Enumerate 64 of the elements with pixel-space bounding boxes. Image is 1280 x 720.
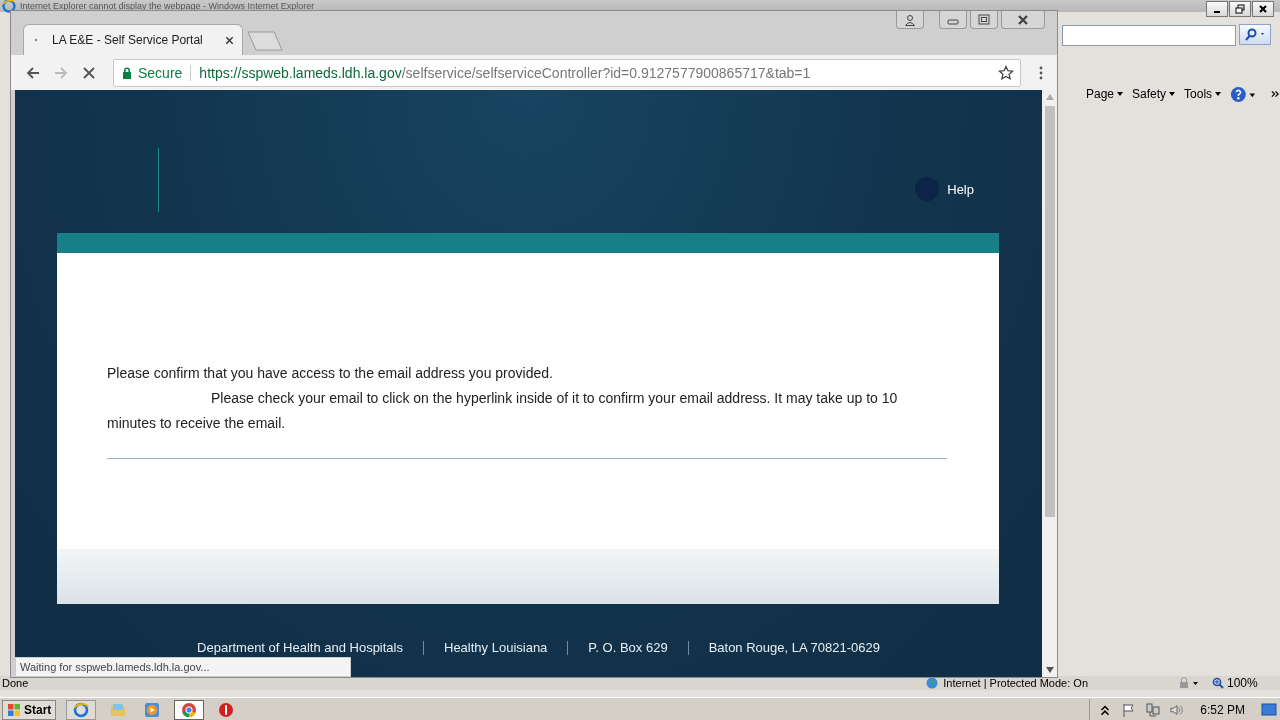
scroll-up-icon	[1045, 94, 1054, 100]
close-tab-icon[interactable]	[225, 35, 234, 45]
clock: 6:52 PM	[1200, 702, 1245, 717]
status-text: Done	[2, 677, 29, 689]
window-title: Internet Explorer cannot display the webpage - Windows Internet Explorer	[20, 1, 315, 11]
back-button[interactable]	[25, 64, 41, 81]
stop-button[interactable]	[81, 64, 97, 81]
status-bubble: Waiting for sspweb.lameds.ldh.la.gov...	[15, 657, 351, 677]
maximize-button[interactable]	[970, 11, 998, 29]
command-menu[interactable]: Tools	[1184, 87, 1222, 101]
browser-logo-icon	[73, 701, 90, 718]
command-menu[interactable]: Safety	[1132, 87, 1176, 101]
caret-icon	[1117, 92, 1124, 96]
secure-label: Secure	[138, 64, 183, 81]
circle-logo-icon	[181, 701, 198, 718]
flag-icon[interactable]	[1122, 702, 1137, 717]
windows-logo-icon	[7, 702, 21, 717]
search-button[interactable]	[1239, 24, 1271, 45]
confirmation-message: Please confirm that you have access to the email address you provided.	[107, 364, 554, 383]
person-icon	[904, 13, 916, 26]
close-button[interactable]	[1252, 1, 1274, 17]
address-bar[interactable]: Secure https://sspweb.lameds.ldh.la.gov/selfservice/selfserviceController?id=0.9127577900865717&tab=1	[113, 58, 1021, 87]
footer-text: Department of Health and Hospitals	[197, 640, 403, 655]
profile-button[interactable]	[896, 11, 924, 29]
lock-icon	[122, 66, 132, 79]
bookmark-star-icon[interactable]	[998, 64, 1014, 81]
security-zone: Internet | Protected Mode: On	[943, 677, 1088, 689]
maximize-icon	[978, 13, 990, 26]
close-icon	[1017, 13, 1029, 26]
instruction-text: Please check your email to click on the hyperlink inside of it to confirm your email address. It may take up to 10 minutes to receive the email.	[107, 389, 899, 433]
caret-icon	[1169, 92, 1176, 96]
scrollbar[interactable]	[1042, 90, 1057, 677]
restore-button[interactable]	[1229, 1, 1251, 17]
taskbar-button[interactable]	[174, 699, 205, 720]
footer-text: Baton Rouge, LA 70821-0629	[708, 640, 880, 655]
chevron-icon[interactable]	[1271, 90, 1280, 98]
divider-line	[158, 148, 159, 212]
browser-logo-icon	[2, 0, 16, 13]
start-button[interactable]: Start	[2, 699, 57, 720]
lock-icon[interactable]	[1178, 677, 1200, 689]
stop-sign-icon[interactable]	[218, 701, 235, 718]
search-field[interactable]	[1062, 25, 1236, 46]
zoom-icon	[1212, 677, 1224, 689]
media-player-icon[interactable]	[144, 701, 161, 718]
volume-icon[interactable]	[1170, 702, 1185, 717]
loading-icon	[34, 38, 38, 42]
show-desktop-icon[interactable]	[1261, 702, 1277, 717]
minimize-button[interactable]	[1206, 1, 1228, 17]
url-text: https://sspweb.lameds.ldh.la.gov/selfservice/selfserviceController?id=0.9127577900865717&tab=1	[199, 64, 811, 81]
search-icon	[1243, 27, 1267, 42]
footer-text: P. O. Box 629	[588, 640, 668, 655]
command-menu[interactable]: Page	[1086, 87, 1124, 101]
browser-taskbar-button[interactable]	[66, 699, 97, 720]
network-icon[interactable]	[1146, 702, 1161, 717]
footer-text: Healthy Louisiana	[444, 640, 548, 655]
close-button[interactable]	[1001, 11, 1045, 29]
restore-icon	[1235, 4, 1245, 14]
help-icon[interactable]	[1230, 85, 1257, 103]
close-icon	[1258, 4, 1268, 14]
help-link[interactable]: Help	[915, 177, 974, 201]
caret-icon	[1215, 92, 1222, 96]
browser-tab[interactable]: LA E&E - Self Service Portal	[23, 24, 243, 55]
zoom-button[interactable]: 100%	[1212, 676, 1258, 690]
scroll-down-icon	[1045, 667, 1054, 673]
